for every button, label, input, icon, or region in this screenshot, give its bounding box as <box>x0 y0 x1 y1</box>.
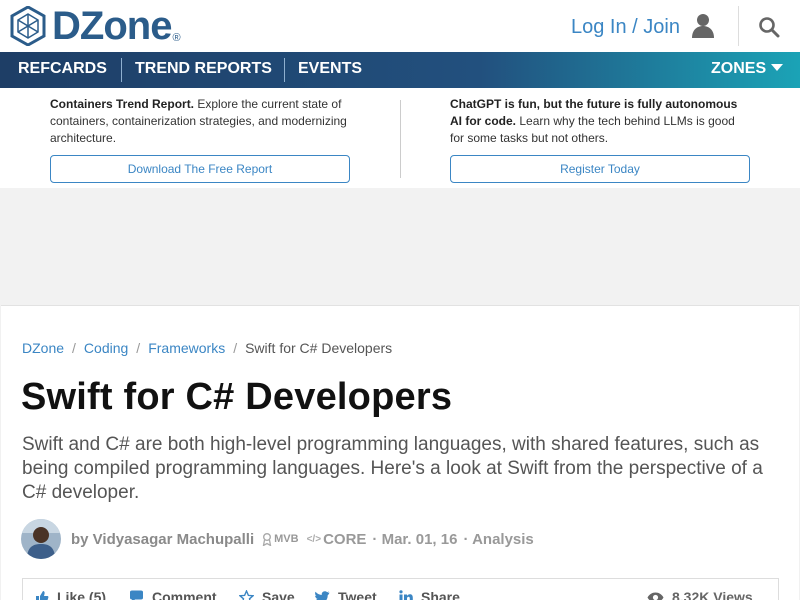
views-label: 8.32K Views <box>672 589 753 600</box>
thumbs-up-icon <box>36 591 49 600</box>
nav-zones-dropdown[interactable]: ZONES <box>711 52 784 88</box>
article-category[interactable]: · Analysis <box>463 531 533 548</box>
promo-right-text: ChatGPT is fun, but the future is fully … <box>450 96 750 147</box>
nav-separator <box>121 58 122 82</box>
promo-divider <box>400 100 401 178</box>
view-count: 8.32K Views <box>647 589 753 600</box>
breadcrumb-separator: / <box>233 340 238 356</box>
nav-trend-reports[interactable]: TREND REPORTS <box>135 52 272 88</box>
breadcrumb-frameworks[interactable]: Frameworks <box>148 340 225 356</box>
comment-label: Comment <box>152 589 217 600</box>
comment-icon <box>130 590 143 600</box>
breadcrumb-current: Swift for C# Developers <box>245 340 393 356</box>
nav-refcards[interactable]: REFCARDS <box>18 52 107 88</box>
mvb-badge: MVB <box>262 532 299 546</box>
login-join-link[interactable]: Log In / Join <box>571 16 680 39</box>
promo-left-bold: Containers Trend Report. <box>50 97 195 111</box>
twitter-icon <box>315 590 330 600</box>
like-label: Like (5) <box>57 589 107 600</box>
download-report-button[interactable]: Download The Free Report <box>50 155 350 183</box>
avatar-image <box>21 519 61 559</box>
article-description: Swift and C# are both high-level program… <box>22 434 763 503</box>
eye-icon <box>647 592 664 600</box>
code-icon: </> <box>306 533 322 545</box>
author-row: by Vidyasagar Machupalli MVB </> CORE · M… <box>21 518 534 560</box>
article-title: Swift for C# Developers <box>21 376 453 418</box>
main-nav: REFCARDS TREND REPORTS EVENTS ZONES <box>0 52 800 88</box>
breadcrumb-dzone[interactable]: DZone <box>22 340 64 356</box>
breadcrumb-separator: / <box>136 340 141 356</box>
nav-events[interactable]: EVENTS <box>298 52 362 88</box>
logo-text: DZone <box>52 4 172 48</box>
search-icon[interactable] <box>758 16 780 38</box>
breadcrumb-coding[interactable]: Coding <box>84 340 128 356</box>
author-name[interactable]: by Vidyasagar Machupalli <box>71 531 254 548</box>
save-button[interactable]: Save <box>239 589 295 600</box>
linkedin-icon <box>399 590 413 600</box>
zones-label: ZONES <box>711 60 767 77</box>
article-date: · Mar. 01, 16 <box>372 530 458 548</box>
promo-band: Containers Trend Report. Explore the cur… <box>0 88 800 188</box>
register-today-button[interactable]: Register Today <box>450 155 750 183</box>
dzone-logo[interactable]: DZone ® <box>10 4 181 48</box>
logo-registered-mark: ® <box>172 32 181 44</box>
comment-button[interactable]: Comment <box>129 589 217 600</box>
avatar[interactable] <box>21 519 61 559</box>
save-label: Save <box>262 589 295 600</box>
core-badge: </> CORE <box>307 531 367 548</box>
tweet-button[interactable]: Tweet <box>315 589 377 600</box>
header-divider <box>738 6 739 46</box>
breadcrumb: DZone / Coding / Frameworks / Swift for C# Dev… <box>22 340 392 356</box>
core-label: CORE <box>323 530 367 548</box>
caret-down-icon <box>771 64 784 72</box>
ad-placeholder <box>0 188 800 305</box>
like-button[interactable]: Like (5) <box>35 589 106 600</box>
share-label: Share <box>421 589 460 600</box>
star-icon <box>239 589 254 600</box>
nav-separator <box>284 58 285 82</box>
article-card: DZone / Coding / Frameworks / Swift for C# Dev… <box>1 305 799 600</box>
article-action-bar: Like (5) Comment Save Tweet Share 8.32K … <box>22 578 779 600</box>
mvb-label: MVB <box>274 533 299 545</box>
site-header: DZone ® Log In / Join <box>0 0 800 52</box>
breadcrumb-separator: / <box>72 340 76 356</box>
promo-left-text: Containers Trend Report. Explore the cur… <box>50 96 350 147</box>
tweet-label: Tweet <box>338 589 377 600</box>
dzone-logo-icon <box>10 6 46 46</box>
award-icon <box>262 532 272 546</box>
share-button[interactable]: Share <box>399 589 460 600</box>
user-icon[interactable] <box>690 12 716 38</box>
